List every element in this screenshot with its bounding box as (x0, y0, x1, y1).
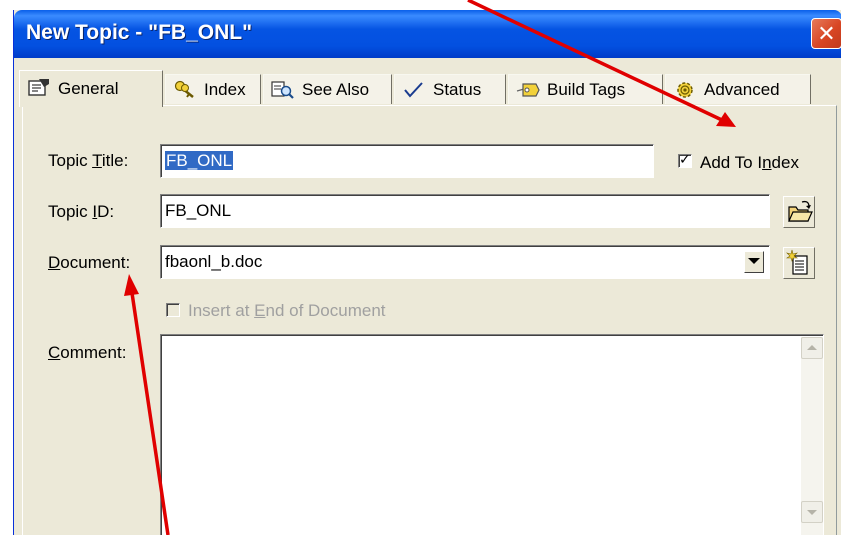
chevron-down-icon (748, 258, 760, 264)
tab-status[interactable]: Status (394, 74, 506, 104)
properties-icon (28, 79, 49, 96)
tag-icon (516, 83, 540, 97)
close-button[interactable]: ✕ (811, 18, 841, 49)
comment-textarea[interactable] (160, 334, 824, 535)
browse-topic-id-button[interactable] (783, 196, 815, 228)
topic-title-label: Topic Title: (48, 151, 129, 170)
gear-icon (677, 82, 693, 98)
topic-id-input[interactable]: FB_ONL (160, 194, 770, 228)
tab-strip: General Index See Also Status Build Tags… (14, 70, 841, 107)
comment-scrollbar[interactable] (801, 337, 823, 535)
tab-general[interactable]: General (19, 70, 163, 107)
search-topics-icon (271, 81, 294, 99)
topic-title-input[interactable]: FB_ONL (160, 144, 654, 178)
general-tab-panel: Topic Title: FB_ONL ✓ Add To Index Topic… (22, 105, 837, 535)
scroll-up-button[interactable] (801, 337, 823, 359)
checkmark-icon: ✓ (679, 151, 691, 167)
document-value: fbaonl_b.doc (165, 252, 263, 271)
keys-icon (174, 80, 194, 98)
tab-advanced-label: Advanced (704, 80, 780, 99)
tab-index-label: Index (204, 80, 246, 99)
new-document-icon (786, 249, 808, 275)
tab-advanced[interactable]: Advanced (665, 74, 811, 104)
document-select[interactable]: fbaonl_b.doc (160, 245, 770, 279)
arrow-up-icon (807, 345, 817, 350)
arrow-down-icon (807, 510, 817, 515)
window-title: New Topic - "FB_ONL" (26, 21, 253, 44)
tab-build-tags[interactable]: Build Tags (508, 74, 663, 104)
comment-label: Comment: (48, 343, 127, 362)
scroll-down-button[interactable] (801, 501, 823, 523)
topic-title-value: FB_ONL (165, 151, 234, 170)
insert-at-end-label: Insert at End of Document (188, 301, 386, 320)
title-bar[interactable]: New Topic - "FB_ONL" ✕ (14, 10, 841, 58)
tab-index[interactable]: Index (165, 74, 261, 104)
document-dropdown-button[interactable] (744, 251, 764, 273)
checkmark-icon (404, 82, 423, 98)
open-folder-icon (788, 200, 813, 222)
topic-id-value: FB_ONL (165, 201, 232, 220)
topic-id-label: Topic ID: (48, 202, 115, 221)
document-label: Document: (48, 253, 131, 272)
close-icon: ✕ (817, 21, 836, 46)
new-document-button[interactable] (783, 247, 815, 279)
insert-at-end-checkbox[interactable] (166, 303, 180, 317)
stage: New Topic - "FB_ONL" ✕ General Index See… (0, 0, 841, 535)
dialog-window: New Topic - "FB_ONL" ✕ General Index See… (13, 10, 841, 535)
tab-general-label: General (58, 79, 119, 98)
tab-build-tags-label: Build Tags (547, 80, 626, 99)
tab-status-label: Status (433, 80, 482, 99)
tab-see-also[interactable]: See Also (263, 74, 392, 104)
tab-see-also-label: See Also (302, 80, 370, 99)
add-to-index-checkbox[interactable]: ✓ (678, 151, 692, 168)
add-to-index-label: Add To Index (700, 153, 799, 172)
